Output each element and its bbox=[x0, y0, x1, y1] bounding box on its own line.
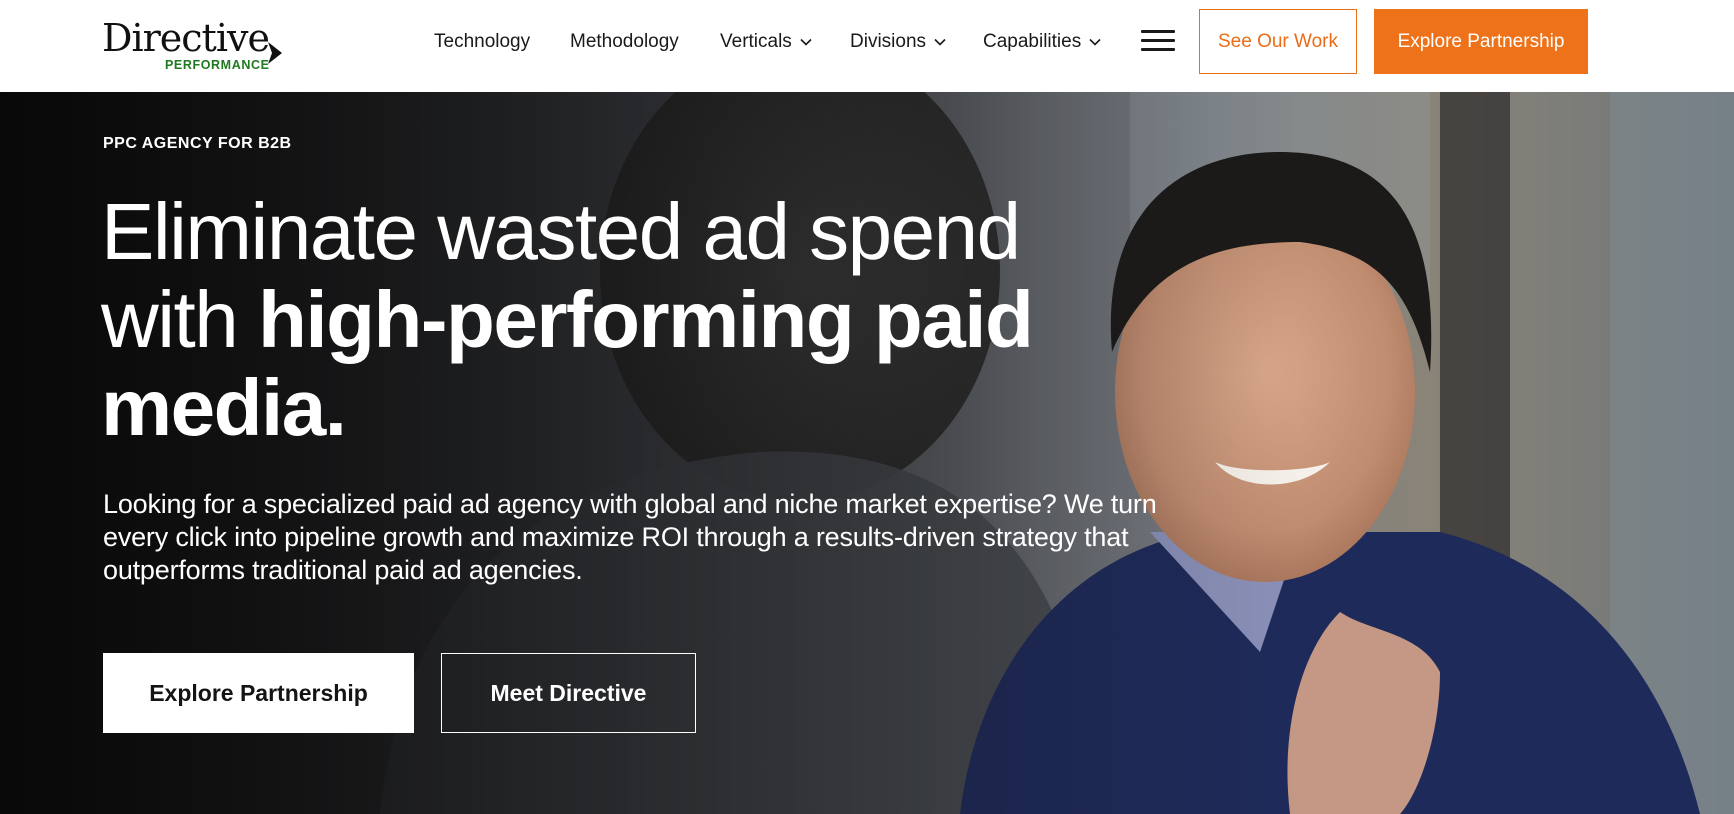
hero-section: PPC AGENCY FOR B2B Eliminate wasted ad s… bbox=[0, 92, 1734, 814]
nav-item-verticals[interactable]: Verticals bbox=[720, 28, 812, 56]
directive-logo[interactable]: Directive PERFORMANCE bbox=[102, 16, 282, 76]
chevron-down-icon bbox=[800, 38, 812, 46]
nav-item-label: Divisions bbox=[850, 31, 927, 52]
nav-item-methodology[interactable]: Methodology bbox=[570, 28, 679, 56]
nav-item-label: Verticals bbox=[720, 31, 792, 52]
explore-partnership-header-button[interactable]: Explore Partnership bbox=[1374, 9, 1588, 74]
chevron-down-icon bbox=[1089, 38, 1101, 46]
hero-eyebrow: PPC AGENCY FOR B2B bbox=[103, 135, 292, 152]
nav-item-label: Methodology bbox=[570, 31, 679, 52]
hero-description: Looking for a specialized paid ad agency… bbox=[103, 489, 1157, 585]
logo-wordmark: Directive bbox=[102, 16, 270, 60]
hamburger-menu-icon[interactable] bbox=[1141, 28, 1175, 52]
meet-directive-button[interactable]: Meet Directive bbox=[441, 653, 696, 733]
nav-item-divisions[interactable]: Divisions bbox=[850, 28, 946, 56]
site-header: Directive PERFORMANCE Technology Methodo… bbox=[0, 0, 1734, 92]
logo-subtitle: PERFORMANCE bbox=[165, 58, 270, 72]
nav-item-label: Technology bbox=[434, 31, 531, 52]
explore-partnership-button[interactable]: Explore Partnership bbox=[103, 653, 414, 733]
see-our-work-button[interactable]: See Our Work bbox=[1199, 9, 1357, 74]
nav-item-technology[interactable]: Technology bbox=[434, 28, 530, 56]
logo-arrow-icon bbox=[268, 42, 282, 64]
chevron-down-icon bbox=[934, 38, 946, 46]
hero-headline: Eliminate wasted ad spend with high-perf… bbox=[101, 188, 1111, 452]
nav-item-label: Capabilities bbox=[983, 31, 1082, 52]
nav-item-capabilities[interactable]: Capabilities bbox=[983, 28, 1101, 56]
